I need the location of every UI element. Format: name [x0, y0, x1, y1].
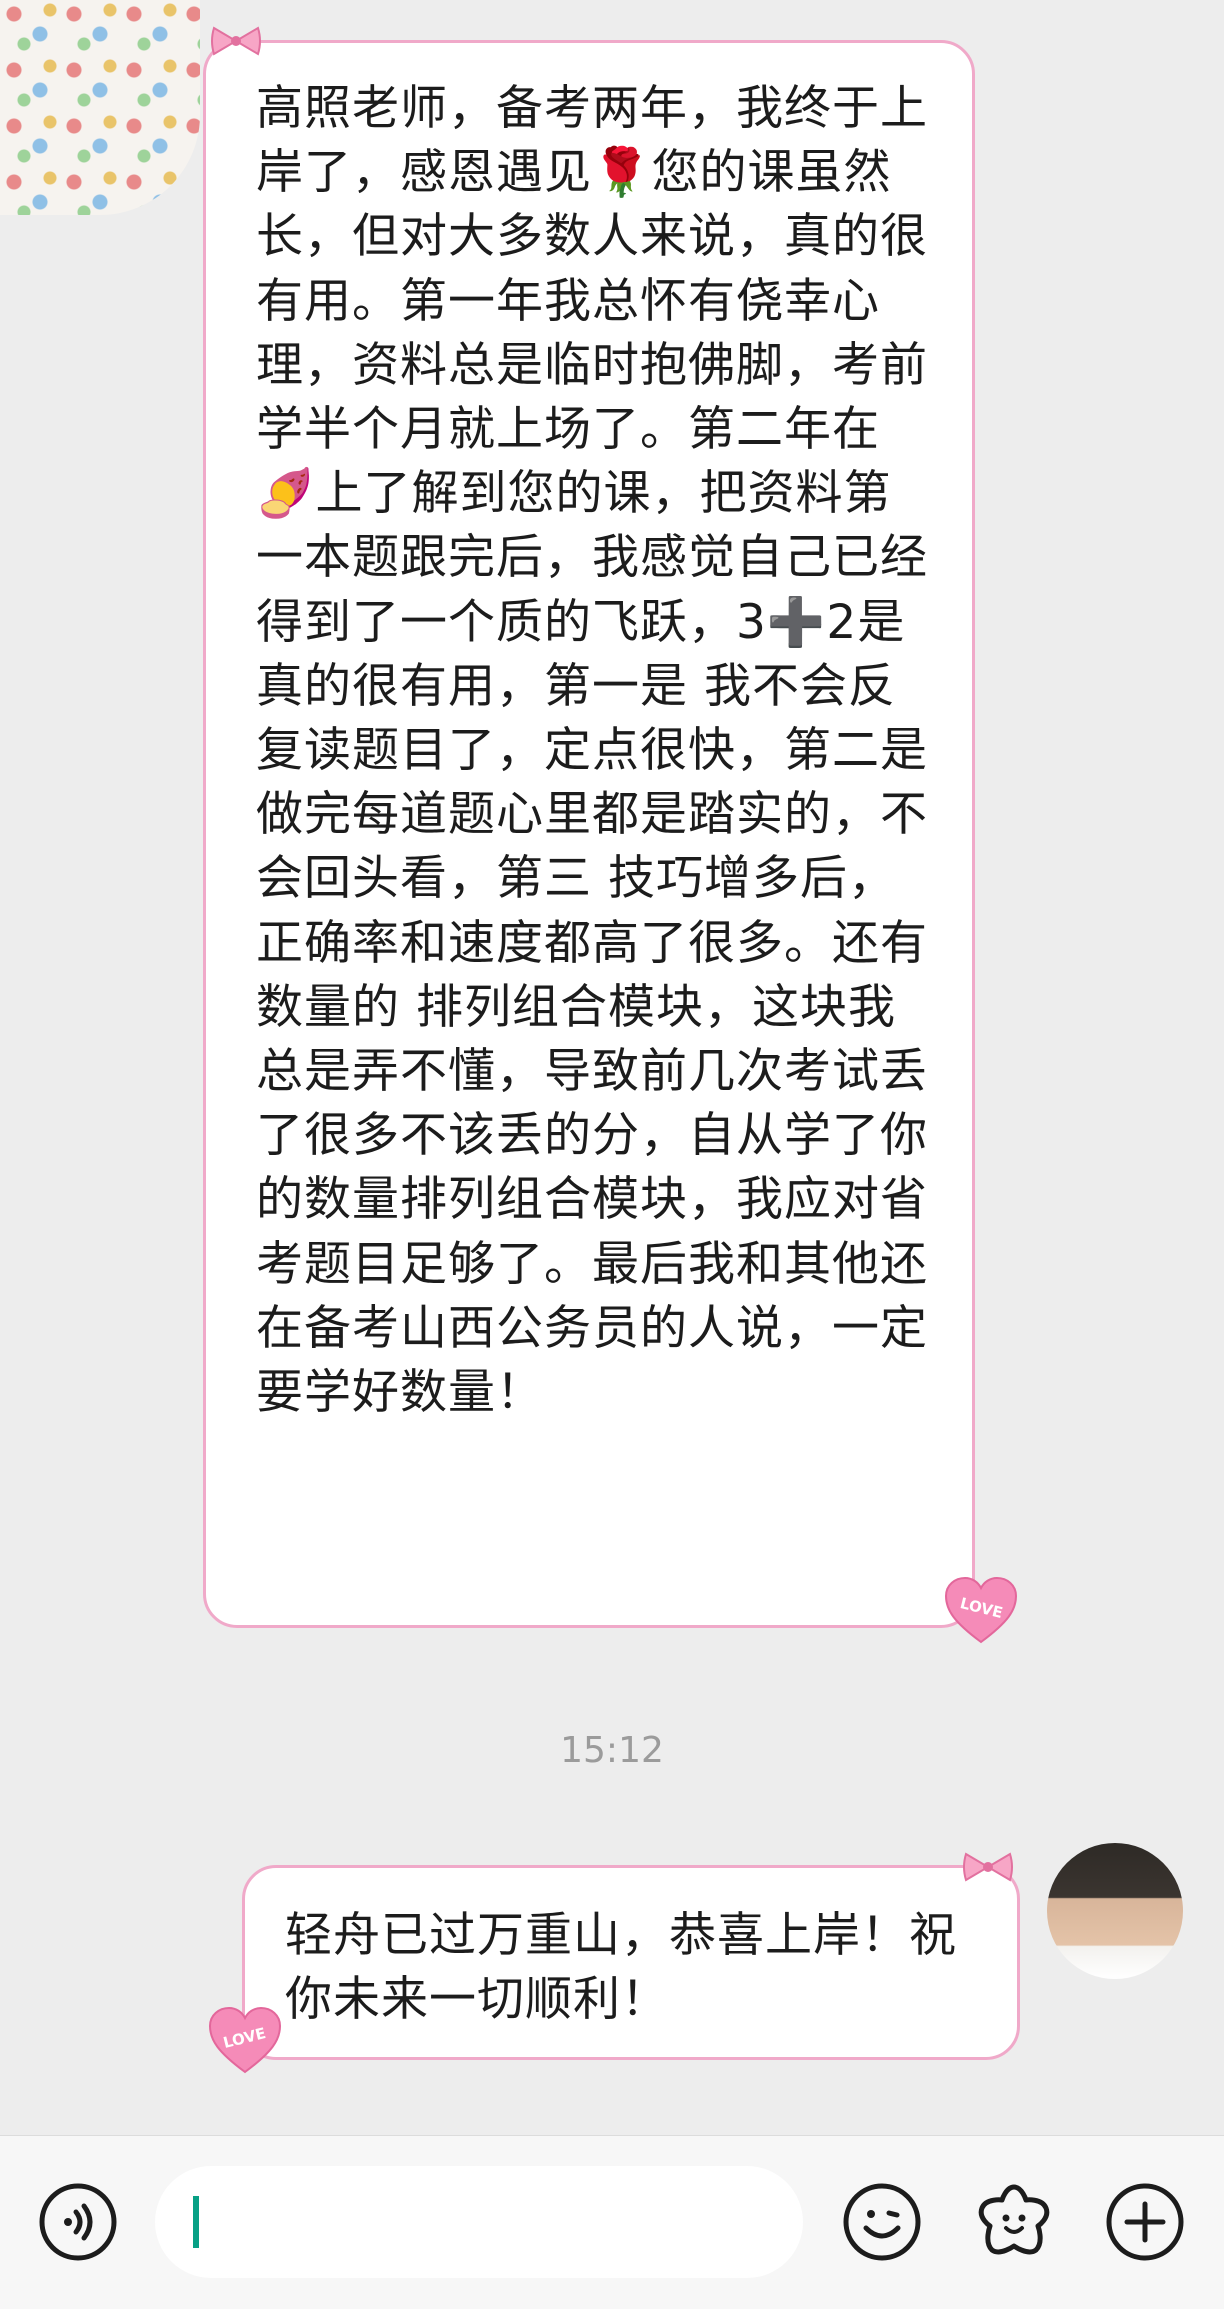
message-timestamp: 15:12 — [560, 1730, 664, 1771]
sticker-icon[interactable] — [974, 2182, 1054, 2262]
emoji-icon[interactable] — [842, 2182, 922, 2262]
chat-area: 高照老师，备考两年，我终于上岸了，感恩遇见🌹您的课虽然长，但对大多数人来说，真的… — [0, 0, 1224, 2135]
received-message-text: 高照老师，备考两年，我终于上岸了，感恩遇见🌹您的课虽然长，但对大多数人来说，真的… — [256, 81, 928, 1421]
message-input[interactable] — [155, 2166, 803, 2278]
love-heart-icon: LOVE — [944, 1576, 1018, 1644]
sent-message-bubble[interactable]: 轻舟已过万重山，恭喜上岸！祝你未来一切顺利！ — [242, 1865, 1020, 2060]
user-avatar[interactable] — [1047, 1843, 1183, 1979]
bow-decoration-icon — [963, 1852, 1013, 1882]
text-cursor — [193, 2196, 199, 2248]
bow-decoration-icon — [211, 26, 261, 56]
love-heart-icon: LOVE — [208, 2006, 282, 2074]
received-message-bubble[interactable]: 高照老师，备考两年，我终于上岸了，感恩遇见🌹您的课虽然长，但对大多数人来说，真的… — [203, 40, 975, 1628]
plus-icon[interactable] — [1105, 2182, 1185, 2262]
voice-input-icon[interactable] — [38, 2182, 118, 2262]
sender-avatar[interactable] — [0, 0, 200, 215]
sent-message-text: 轻舟已过万重山，恭喜上岸！祝你未来一切顺利！ — [285, 1908, 957, 2027]
input-bar — [0, 2135, 1224, 2309]
